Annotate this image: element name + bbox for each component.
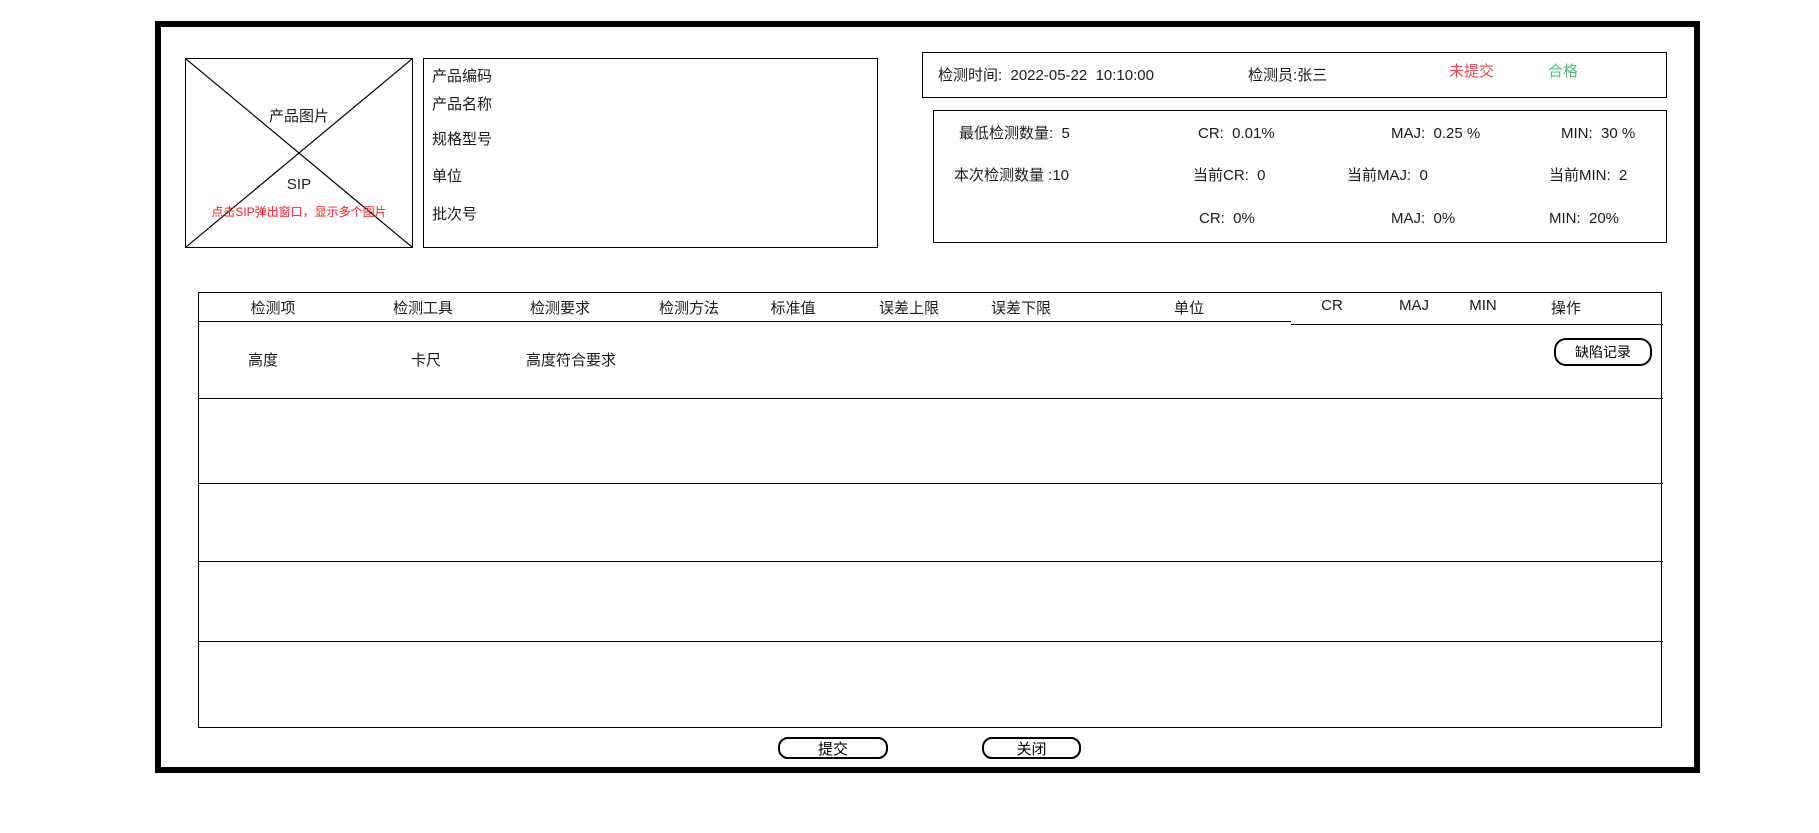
empty-table-row	[199, 483, 1663, 561]
product-image-placeholder: 产品图片 SIP 点击SIP弹出窗口，显示多个图片	[185, 58, 413, 248]
submit-button[interactable]: 提交	[778, 737, 888, 759]
field-label-product-name: 产品名称	[432, 96, 492, 114]
stat-min-limit: MIN: 30 %	[1561, 125, 1635, 143]
stat-current-min: 当前MIN: 2	[1549, 167, 1627, 185]
defect-record-button[interactable]: 缺陷记录	[1554, 338, 1652, 366]
col-header-maj: MAJ	[1399, 297, 1429, 315]
stat-maj-rate: MAJ: 0%	[1391, 210, 1455, 228]
col-header-lower-tol: 误差下限	[991, 300, 1051, 318]
col-header-cr: CR	[1321, 297, 1343, 315]
field-label-batch-number: 批次号	[432, 206, 477, 224]
inspection-stats-panel: 最低检测数量: 5 CR: 0.01% MAJ: 0.25 % MIN: 30 …	[933, 110, 1667, 243]
stat-maj-limit: MAJ: 0.25 %	[1391, 125, 1480, 143]
col-header-tool: 检测工具	[393, 300, 453, 318]
stat-cr-limit: CR: 0.01%	[1198, 125, 1275, 143]
col-header-item: 检测项	[250, 300, 295, 318]
inspection-meta-bar: 检测时间: 2022-05-22 10:10:00 检测员:张三 未提交 合格	[922, 52, 1667, 98]
col-header-min: MIN	[1469, 297, 1497, 315]
header-divider	[199, 321, 1291, 322]
product-info-panel: 产品编码 产品名称 规格型号 单位 批次号	[423, 58, 878, 248]
col-header-standard: 标准值	[770, 300, 815, 318]
inspection-table: 检测项 检测工具 检测要求 检测方法 标准值 误差上限 误差下限 单位 CR M…	[198, 292, 1662, 728]
header-divider	[1291, 324, 1663, 325]
status-badge-result: 合格	[1548, 63, 1578, 81]
stat-min-qty: 最低检测数量: 5	[959, 125, 1070, 143]
col-header-action: 操作	[1551, 300, 1581, 318]
empty-table-row	[199, 398, 1663, 483]
field-label-spec-model: 规格型号	[432, 131, 492, 149]
stat-current-cr: 当前CR: 0	[1193, 167, 1266, 185]
product-image-label: 产品图片	[269, 108, 329, 126]
stat-cr-rate: CR: 0%	[1199, 210, 1255, 228]
cell-tool: 卡尺	[411, 352, 441, 370]
col-header-method: 检测方法	[659, 300, 719, 318]
cell-requirement: 高度符合要求	[526, 352, 616, 370]
inspection-time: 检测时间: 2022-05-22 10:10:00	[938, 67, 1154, 85]
empty-table-row	[199, 641, 1663, 729]
stat-current-maj: 当前MAJ: 0	[1347, 167, 1428, 185]
empty-table-row	[199, 561, 1663, 641]
close-button[interactable]: 关闭	[982, 737, 1081, 759]
inspector-name: 检测员:张三	[1248, 67, 1327, 85]
stat-min-rate: MIN: 20%	[1549, 210, 1619, 228]
status-badge-unsubmitted: 未提交	[1449, 63, 1494, 81]
col-header-unit: 单位	[1174, 300, 1204, 318]
inspection-form-screen: 产品图片 SIP 点击SIP弹出窗口，显示多个图片 产品编码 产品名称 规格型号…	[0, 0, 1819, 833]
field-label-unit: 单位	[432, 168, 462, 186]
col-header-requirement: 检测要求	[530, 300, 590, 318]
col-header-upper-tol: 误差上限	[879, 300, 939, 318]
stat-current-qty: 本次检测数量 :10	[954, 167, 1069, 185]
sip-note: 点击SIP弹出窗口，显示多个图片	[211, 205, 386, 220]
sip-label[interactable]: SIP	[287, 176, 311, 194]
cell-item: 高度	[248, 352, 278, 370]
field-label-product-code: 产品编码	[432, 68, 492, 86]
